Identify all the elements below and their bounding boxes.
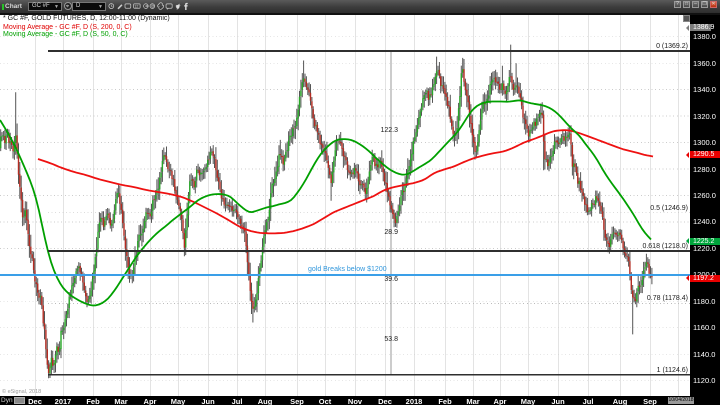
svg-text:12: 12 [134, 5, 138, 9]
svg-text:@: @ [151, 4, 155, 9]
